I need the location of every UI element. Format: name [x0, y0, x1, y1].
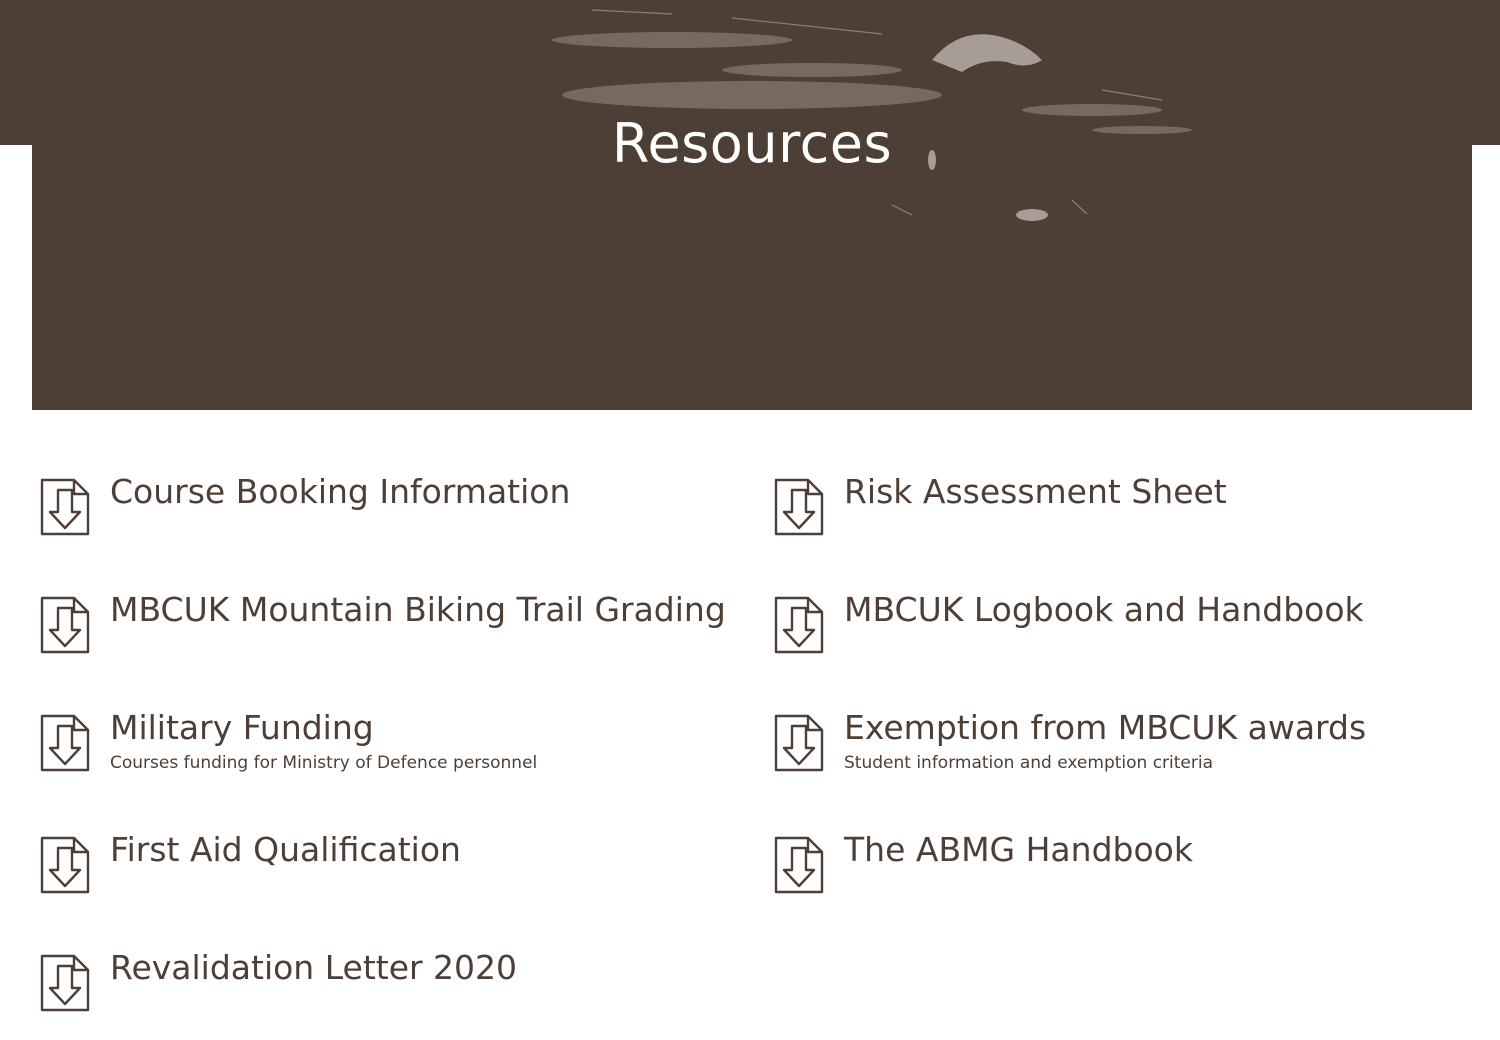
resource-abmg-handbook[interactable]: The ABMG Handbook: [766, 768, 1466, 894]
file-download-icon: [774, 836, 824, 894]
resource-title: The ABMG Handbook: [844, 830, 1193, 869]
resource-title: Exemption from MBCUK awards: [844, 708, 1367, 747]
file-download-icon: [774, 714, 824, 772]
hero-banner: Resources: [32, 0, 1472, 410]
resource-revalidation-letter[interactable]: Revalidation Letter 2020: [32, 886, 732, 1012]
resource-first-aid-qualification[interactable]: First Aid Qualification: [32, 768, 732, 894]
file-download-icon: [40, 714, 90, 772]
resource-logbook-and-handbook[interactable]: MBCUK Logbook and Handbook: [766, 528, 1466, 654]
resources-list: Course Booking Information MBCUK Mountai…: [32, 410, 1472, 1030]
resource-title: Revalidation Letter 2020: [110, 948, 518, 987]
resource-title: Military Funding: [110, 708, 374, 747]
resource-title: MBCUK Mountain Biking Trail Grading: [110, 590, 726, 629]
resource-title: First Aid Qualification: [110, 830, 461, 869]
resource-trail-grading[interactable]: MBCUK Mountain Biking Trail Grading: [32, 528, 732, 654]
resource-course-booking-information[interactable]: Course Booking Information: [32, 410, 732, 536]
resource-title: Course Booking Information: [110, 472, 571, 511]
resource-title: Risk Assessment Sheet: [844, 472, 1227, 511]
page-title: Resources: [611, 112, 893, 175]
resource-exemption-from-mbcuk-awards[interactable]: Exemption from MBCUK awards Student info…: [766, 646, 1466, 773]
file-download-icon: [40, 954, 90, 1012]
resource-title: MBCUK Logbook and Handbook: [844, 590, 1364, 629]
hero-background-image: [552, 9, 1192, 221]
resource-risk-assessment-sheet[interactable]: Risk Assessment Sheet: [766, 410, 1466, 536]
resource-military-funding[interactable]: Military Funding Courses funding for Min…: [32, 646, 732, 773]
